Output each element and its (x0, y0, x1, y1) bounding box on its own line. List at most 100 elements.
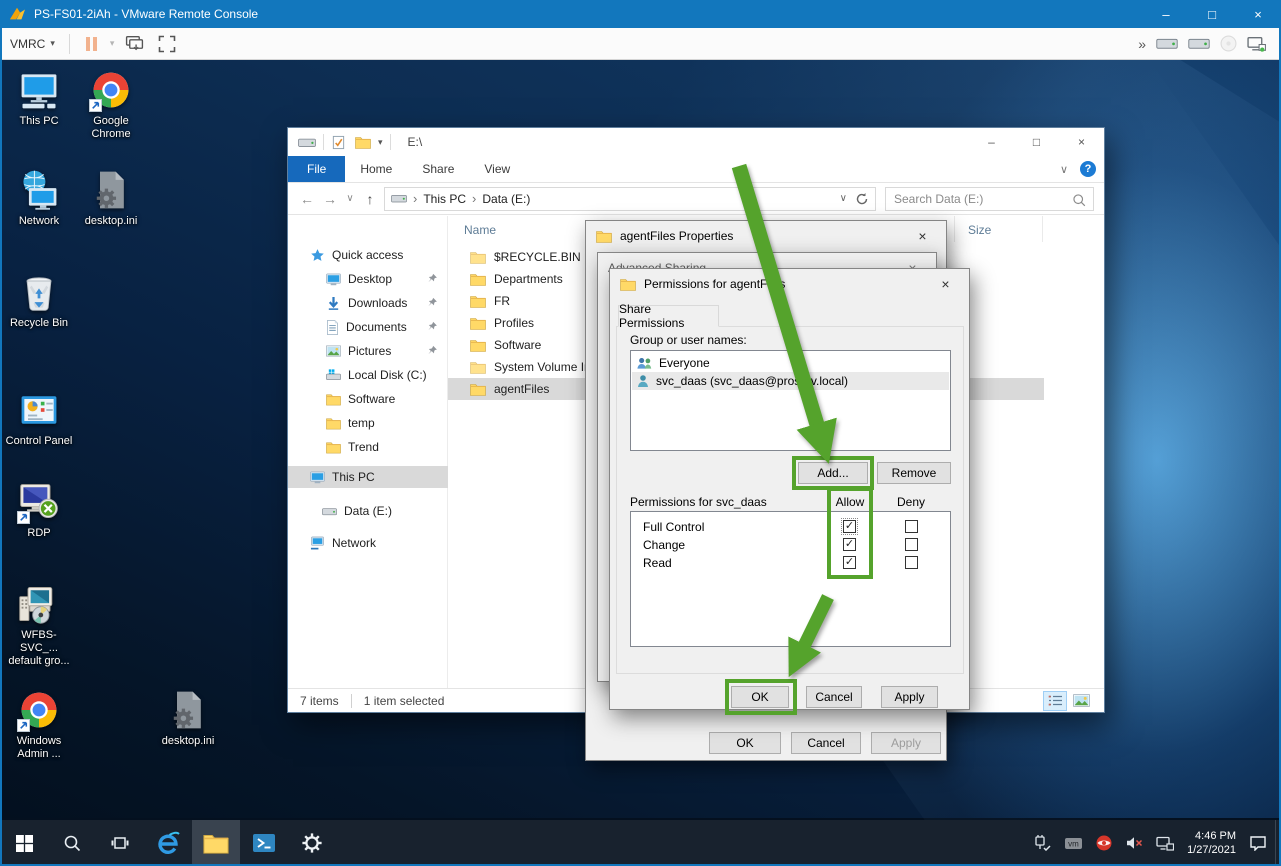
desktop-icon-network[interactable]: Network (3, 168, 75, 228)
qat-caret-icon[interactable]: ▾ (378, 137, 383, 148)
send-ctrl-alt-del-button[interactable] (125, 35, 144, 52)
taskbar-internet-explorer[interactable] (144, 820, 192, 866)
properties-apply-button[interactable]: Apply (871, 732, 941, 754)
help-icon[interactable]: ? (1080, 161, 1096, 177)
file-row[interactable]: Profiles (448, 312, 534, 334)
permissions-apply-button[interactable]: Apply (881, 686, 938, 708)
sidebar-item-downloads[interactable]: Downloads (288, 292, 448, 314)
deny-full-control-checkbox[interactable] (905, 520, 918, 533)
column-header-size[interactable]: Size (968, 223, 991, 237)
sidebar-item-quick-access[interactable]: Quick access (288, 244, 448, 266)
vmware-tools-icon[interactable]: vm (1064, 836, 1083, 851)
file-row[interactable]: Departments (448, 268, 563, 290)
column-divider[interactable] (1042, 216, 1043, 242)
permissions-close-icon[interactable]: × (923, 270, 968, 298)
action-center-icon[interactable] (1249, 835, 1267, 851)
sidebar-item-this-pc[interactable]: This PC (288, 466, 448, 488)
desktop-icon-google-chrome[interactable]: Google Chrome (75, 68, 147, 141)
start-button[interactable] (0, 820, 48, 866)
sidebar-item-network[interactable]: Network (288, 532, 448, 554)
forward-icon[interactable]: → (321, 191, 339, 207)
column-header-name[interactable]: Name (464, 223, 496, 237)
desktop-icon-rdp[interactable]: RDP (3, 480, 75, 540)
caret-down-icon[interactable]: ▾ (110, 38, 115, 49)
tab-file[interactable]: File (288, 156, 346, 182)
properties-ok-button[interactable]: OK (709, 732, 781, 754)
explorer-close-button[interactable]: × (1059, 128, 1104, 156)
permissions-list[interactable]: Full Control Change Read (630, 511, 951, 647)
properties-cancel-button[interactable]: Cancel (791, 732, 861, 754)
maximize-button[interactable]: □ (1189, 0, 1235, 28)
breadcrumb-data-e[interactable]: Data (E:) (482, 192, 530, 206)
minimize-button[interactable]: – (1143, 0, 1189, 28)
deny-read-checkbox[interactable] (905, 556, 918, 569)
new-folder-icon[interactable] (355, 136, 371, 149)
tab-share-permissions[interactable]: Share Permissions (618, 302, 719, 330)
close-button[interactable]: × (1235, 0, 1279, 28)
quick-access-properties-icon[interactable] (331, 135, 346, 150)
usb-device-icon[interactable] (1033, 835, 1051, 851)
tab-home[interactable]: Home (345, 156, 407, 182)
volume-muted-icon[interactable] (1125, 836, 1143, 850)
breadcrumb-this-pc[interactable]: This PC (423, 192, 466, 206)
sidebar-item-desktop[interactable]: Desktop (288, 268, 448, 290)
explorer-minimize-button[interactable]: – (969, 128, 1014, 156)
refresh-icon[interactable] (855, 192, 869, 206)
desktop-icon-control-panel[interactable]: Control Panel (3, 388, 75, 448)
search-input[interactable] (886, 187, 1093, 210)
sidebar-item-temp[interactable]: temp (288, 412, 448, 434)
taskbar-settings[interactable] (288, 820, 336, 866)
hard-disk-2-icon[interactable] (1188, 36, 1210, 51)
search-icon[interactable] (1072, 193, 1086, 207)
address-bar[interactable]: › This PC › Data (E:) ∨ (384, 186, 876, 211)
thumbnail-view-button[interactable] (1070, 692, 1092, 710)
taskbar-search-button[interactable] (48, 820, 96, 866)
sidebar-item-data-e[interactable]: Data (E:) (288, 500, 448, 522)
hard-disk-icon[interactable] (1156, 36, 1178, 51)
sidebar-item-documents[interactable]: Documents (288, 316, 448, 338)
address-dropdown-icon[interactable]: ∨ (840, 193, 847, 204)
suspend-button[interactable] (85, 36, 99, 51)
task-view-button[interactable] (96, 820, 144, 866)
user-row-everyone[interactable]: Everyone (632, 354, 949, 372)
desktop-icon-desktop-ini[interactable]: desktop.ini (75, 168, 147, 228)
trend-micro-icon[interactable] (1096, 835, 1112, 851)
allow-full-control-checkbox[interactable]: ✓ (841, 518, 858, 535)
ribbon-collapse-icon[interactable]: ∨ (1060, 163, 1068, 176)
tab-view[interactable]: View (469, 156, 525, 182)
cd-drive-icon[interactable] (1220, 35, 1237, 52)
desktop-icon-desktop-ini-2[interactable]: desktop.ini (152, 688, 224, 748)
fullscreen-button[interactable] (158, 35, 176, 53)
properties-close-icon[interactable]: × (900, 222, 945, 250)
user-row-svc-daas[interactable]: svc_daas (svc_daas@proserv.local) (632, 372, 949, 390)
taskbar-clock[interactable]: 4:46 PM 1/27/2021 (1187, 829, 1236, 857)
remove-button[interactable]: Remove (877, 462, 951, 484)
toolbar-overflow-icon[interactable]: » (1138, 36, 1146, 52)
group-user-list[interactable]: Everyone svc_daas (svc_daas@proserv.loca… (630, 350, 951, 451)
up-icon[interactable]: ↑ (361, 191, 379, 207)
desktop-icon-wfbs-installer[interactable]: WFBS-SVC_... default gro... (3, 582, 75, 668)
sidebar-item-pictures[interactable]: Pictures (288, 340, 448, 362)
tab-share[interactable]: Share (407, 156, 469, 182)
show-desktop-button[interactable] (1275, 820, 1279, 864)
sidebar-item-software[interactable]: Software (288, 388, 448, 410)
permissions-cancel-button[interactable]: Cancel (806, 686, 862, 708)
taskbar-powershell[interactable] (240, 820, 288, 866)
vmrc-menu-button[interactable]: VMRC ▾ (2, 37, 61, 51)
desktop-icon-recycle-bin[interactable]: Recycle Bin (3, 270, 75, 330)
sidebar-item-trend[interactable]: Trend (288, 436, 448, 458)
file-row[interactable]: FR (448, 290, 510, 312)
allow-read-checkbox[interactable]: ✓ (843, 556, 856, 569)
network-adapter-icon[interactable] (1247, 36, 1267, 52)
desktop-icon-this-pc[interactable]: This PC (3, 68, 75, 128)
desktop-icon-windows-admin[interactable]: Windows Admin ... (3, 688, 75, 761)
allow-change-checkbox[interactable]: ✓ (843, 538, 856, 551)
back-icon[interactable]: ← (298, 191, 316, 207)
taskbar-file-explorer[interactable] (192, 820, 240, 864)
file-row[interactable]: Software (448, 334, 541, 356)
network-tray-icon[interactable] (1156, 836, 1174, 851)
column-divider[interactable] (954, 216, 955, 242)
sidebar-item-local-disk-c[interactable]: Local Disk (C:) (288, 364, 448, 386)
file-row[interactable]: $RECYCLE.BIN (448, 246, 581, 268)
history-dropdown-icon[interactable]: ∨ (344, 193, 356, 204)
